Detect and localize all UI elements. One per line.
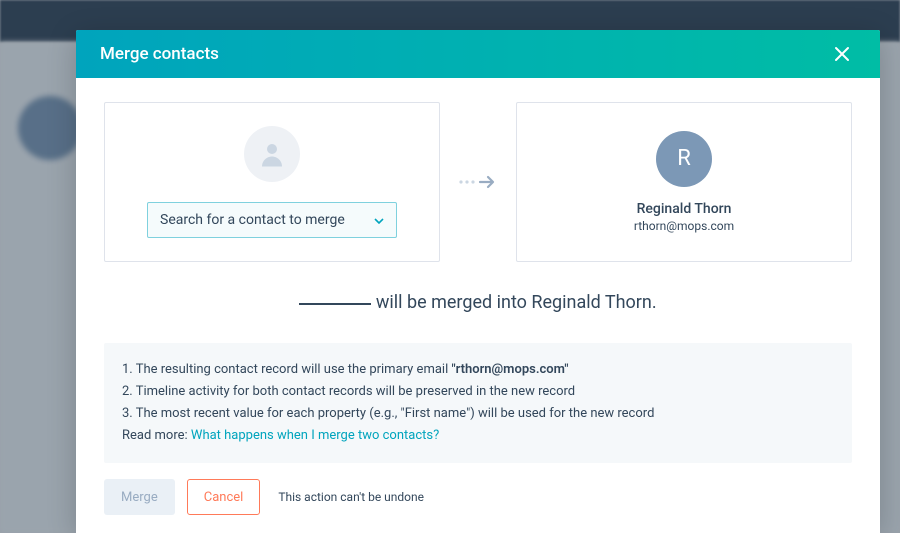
chevron-down-icon (374, 212, 384, 228)
person-icon (257, 139, 287, 169)
modal-body: Search for a contact to merge R (76, 78, 880, 533)
merge-sentence-target: Reginald Thorn (531, 292, 651, 313)
target-contact-name: Reginald Thorn (637, 201, 732, 217)
arrow-right-icon (458, 174, 498, 190)
info-line-1: 1. The resulting contact record will use… (122, 359, 834, 381)
info-box: 1. The resulting contact record will use… (104, 343, 852, 463)
merge-cards-row: Search for a contact to merge R (104, 102, 852, 262)
target-contact-card: R Reginald Thorn rthorn@mops.com (516, 102, 852, 262)
read-more-link[interactable]: What happens when I merge two contacts? (191, 428, 439, 443)
placeholder-avatar (244, 126, 300, 182)
modal-title: Merge contacts (100, 44, 219, 64)
close-icon (834, 46, 850, 62)
close-button[interactable] (828, 40, 856, 68)
avatar-initial: R (677, 146, 691, 171)
modal-footer: Merge Cancel This action can't be undone (104, 479, 852, 515)
source-contact-card: Search for a contact to merge (104, 102, 440, 262)
info-line-3: 3. The most recent value for each proper… (122, 403, 834, 425)
merge-sentence-end: . (652, 292, 657, 313)
merge-sentence-mid: will be merged into (371, 292, 531, 313)
target-contact-email: rthorn@mops.com (634, 219, 734, 233)
merge-arrow (456, 174, 500, 190)
search-contact-select[interactable]: Search for a contact to merge (147, 202, 397, 238)
modal-header: Merge contacts (76, 30, 880, 78)
info-read-more: Read more: What happens when I merge two… (122, 425, 834, 447)
select-placeholder: Search for a contact to merge (160, 212, 345, 228)
merge-sentence: will be merged into Reginald Thorn. (104, 292, 852, 313)
cancel-button[interactable]: Cancel (187, 479, 261, 515)
footer-note: This action can't be undone (278, 490, 424, 504)
merge-button[interactable]: Merge (104, 479, 175, 515)
merge-contacts-modal: Merge contacts Search for a contact to m… (76, 30, 880, 533)
target-avatar: R (656, 131, 712, 187)
merge-sentence-blank (299, 303, 371, 305)
info-line-2: 2. Timeline activity for both contact re… (122, 381, 834, 403)
